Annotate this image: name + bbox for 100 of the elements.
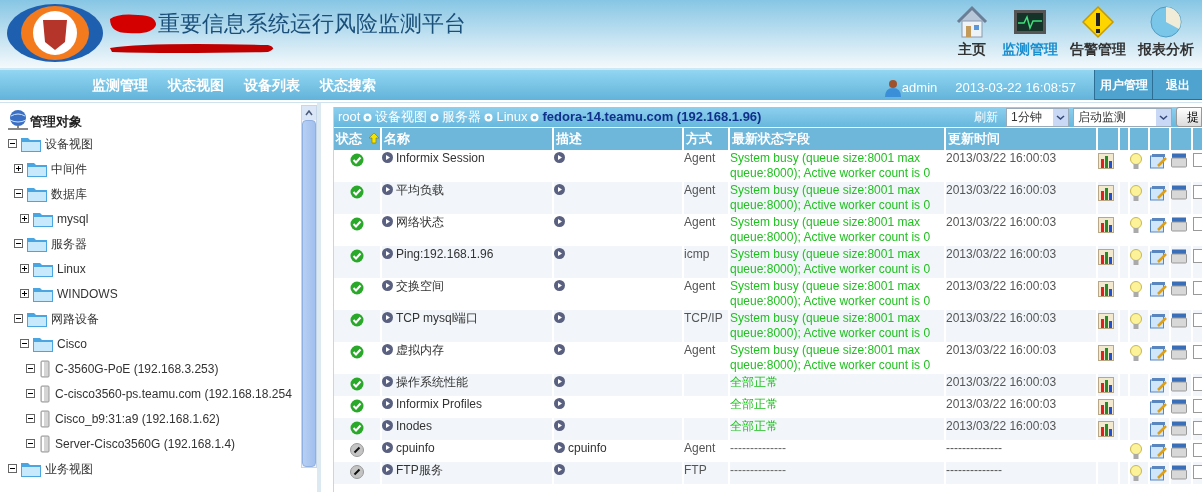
module-tab[interactable]: 告警管理	[1066, 4, 1130, 58]
monitor-name[interactable]: 交换空间	[396, 279, 444, 293]
toggle-icon[interactable]	[20, 264, 29, 273]
printer-icon[interactable]	[1171, 465, 1187, 480]
edit-form-icon[interactable]	[1150, 377, 1167, 393]
edit-form-icon[interactable]	[1150, 345, 1167, 361]
bar-chart-icon[interactable]	[1098, 281, 1114, 297]
tree-node[interactable]: 网路设备	[51, 309, 99, 328]
edit-form-icon[interactable]	[1150, 421, 1167, 437]
monitor-name[interactable]: FTP服务	[396, 463, 443, 477]
bar-chart-icon[interactable]	[1098, 217, 1114, 233]
toggle-icon[interactable]	[26, 364, 35, 373]
update-time: 2013/03/22 16:00:03	[946, 419, 1057, 433]
tree-node[interactable]: Linux	[57, 259, 86, 278]
toggle-icon[interactable]	[14, 314, 23, 323]
printer-icon[interactable]	[1171, 421, 1187, 436]
row-checkbox[interactable]	[1193, 377, 1202, 391]
tree-node[interactable]: 服务器	[51, 234, 87, 253]
tree-node[interactable]: WINDOWS	[57, 284, 118, 303]
edit-form-icon[interactable]	[1150, 443, 1167, 459]
monitor-name[interactable]: 平均负载	[396, 183, 444, 197]
printer-icon[interactable]	[1171, 281, 1187, 296]
tree-node[interactable]: Cisco_b9:31:a9 (192.168.1.62)	[55, 409, 220, 428]
toggle-icon[interactable]	[8, 464, 17, 473]
row-checkbox[interactable]	[1193, 421, 1202, 435]
printer-icon[interactable]	[1171, 345, 1187, 360]
edit-form-icon[interactable]	[1150, 313, 1167, 329]
edit-form-icon[interactable]	[1150, 185, 1167, 201]
submit-button[interactable]: 提	[1176, 107, 1202, 127]
tree-node[interactable]: mysql	[57, 209, 89, 228]
bar-chart-icon[interactable]	[1098, 313, 1114, 329]
tree-node[interactable]: 设备视图	[45, 134, 93, 153]
action-select[interactable]: 启动监测	[1073, 107, 1172, 127]
bar-chart-icon[interactable]	[1098, 249, 1114, 265]
method-text: FTP	[684, 463, 707, 477]
module-tab[interactable]: 报表分析	[1134, 4, 1198, 58]
bar-chart-icon[interactable]	[1098, 399, 1114, 415]
printer-icon[interactable]	[1171, 443, 1187, 458]
bar-chart-icon[interactable]	[1098, 421, 1114, 437]
scroll-up-icon[interactable]	[302, 106, 316, 120]
toggle-icon[interactable]	[20, 339, 29, 348]
printer-icon[interactable]	[1171, 249, 1187, 264]
edit-form-icon[interactable]	[1150, 281, 1167, 297]
bar-chart-icon[interactable]	[1098, 345, 1114, 361]
monitor-name[interactable]: Informix Session	[396, 151, 485, 165]
row-checkbox[interactable]	[1193, 217, 1202, 231]
toggle-icon[interactable]	[20, 289, 29, 298]
toggle-icon[interactable]	[14, 239, 23, 248]
printer-icon[interactable]	[1171, 185, 1187, 200]
printer-icon[interactable]	[1171, 153, 1187, 168]
breadcrumb-current[interactable]: fedora-14.teamu.com (192.168.1.96)	[542, 107, 762, 127]
monitor-name[interactable]: cpuinfo	[396, 441, 435, 455]
toggle-icon[interactable]	[26, 414, 35, 423]
tree-node[interactable]: C-3560G-PoE (192.168.3.253)	[55, 359, 219, 378]
printer-icon[interactable]	[1171, 217, 1187, 232]
row-checkbox[interactable]	[1193, 153, 1202, 167]
bar-chart-icon[interactable]	[1098, 377, 1114, 393]
tree-node[interactable]: Cisco	[57, 334, 87, 353]
toggle-icon[interactable]	[14, 164, 23, 173]
toggle-icon[interactable]	[26, 439, 35, 448]
toggle-icon[interactable]	[20, 214, 29, 223]
printer-icon[interactable]	[1171, 377, 1187, 392]
bar-chart-icon[interactable]	[1098, 153, 1114, 169]
scroll-thumb[interactable]	[302, 120, 316, 467]
row-checkbox[interactable]	[1193, 443, 1202, 457]
bar-chart-icon[interactable]	[1098, 185, 1114, 201]
row-checkbox[interactable]	[1193, 281, 1202, 295]
row-checkbox[interactable]	[1193, 249, 1202, 263]
toggle-icon[interactable]	[26, 389, 35, 398]
tree-node[interactable]: 数据库	[51, 184, 87, 203]
monitor-name[interactable]: Inodes	[396, 419, 433, 433]
method-text: TCP/IP	[684, 311, 723, 325]
edit-form-icon[interactable]	[1150, 217, 1167, 233]
monitor-name[interactable]: 网络状态	[396, 215, 444, 229]
interval-select[interactable]: 1分钟	[1006, 107, 1069, 127]
module-tab[interactable]: 主页	[950, 4, 994, 58]
redaction-mark	[108, 13, 158, 35]
row-checkbox[interactable]	[1193, 399, 1202, 413]
edit-form-icon[interactable]	[1150, 399, 1167, 415]
tree-node[interactable]: 业务视图	[45, 459, 93, 478]
toggle-icon[interactable]	[14, 189, 23, 198]
printer-icon[interactable]	[1171, 399, 1187, 414]
edit-form-icon[interactable]	[1150, 153, 1167, 169]
printer-icon[interactable]	[1171, 313, 1187, 328]
tree-node[interactable]: Server-Cisco3560G (192.168.1.4)	[55, 434, 236, 453]
row-checkbox[interactable]	[1193, 313, 1202, 327]
monitor-name[interactable]: Informix Profiles	[396, 397, 483, 411]
edit-form-icon[interactable]	[1150, 465, 1167, 481]
tree-node[interactable]: C-cisco3560-ps.teamu.com (192.168.18.254	[55, 384, 292, 403]
scrollbar[interactable]	[301, 105, 317, 468]
monitor-name[interactable]: 虚拟内存	[396, 343, 444, 357]
row-checkbox[interactable]	[1193, 345, 1202, 359]
row-checkbox[interactable]	[1193, 465, 1202, 479]
arrow-circle-icon	[554, 464, 565, 475]
edit-form-icon[interactable]	[1150, 249, 1167, 265]
row-checkbox[interactable]	[1193, 185, 1202, 199]
tree-node[interactable]: 中间件	[51, 159, 87, 178]
toggle-icon[interactable]	[8, 139, 17, 148]
tree-root-label: 管理对象	[30, 112, 82, 131]
update-time: 2013/03/22 16:00:03	[946, 183, 1057, 197]
